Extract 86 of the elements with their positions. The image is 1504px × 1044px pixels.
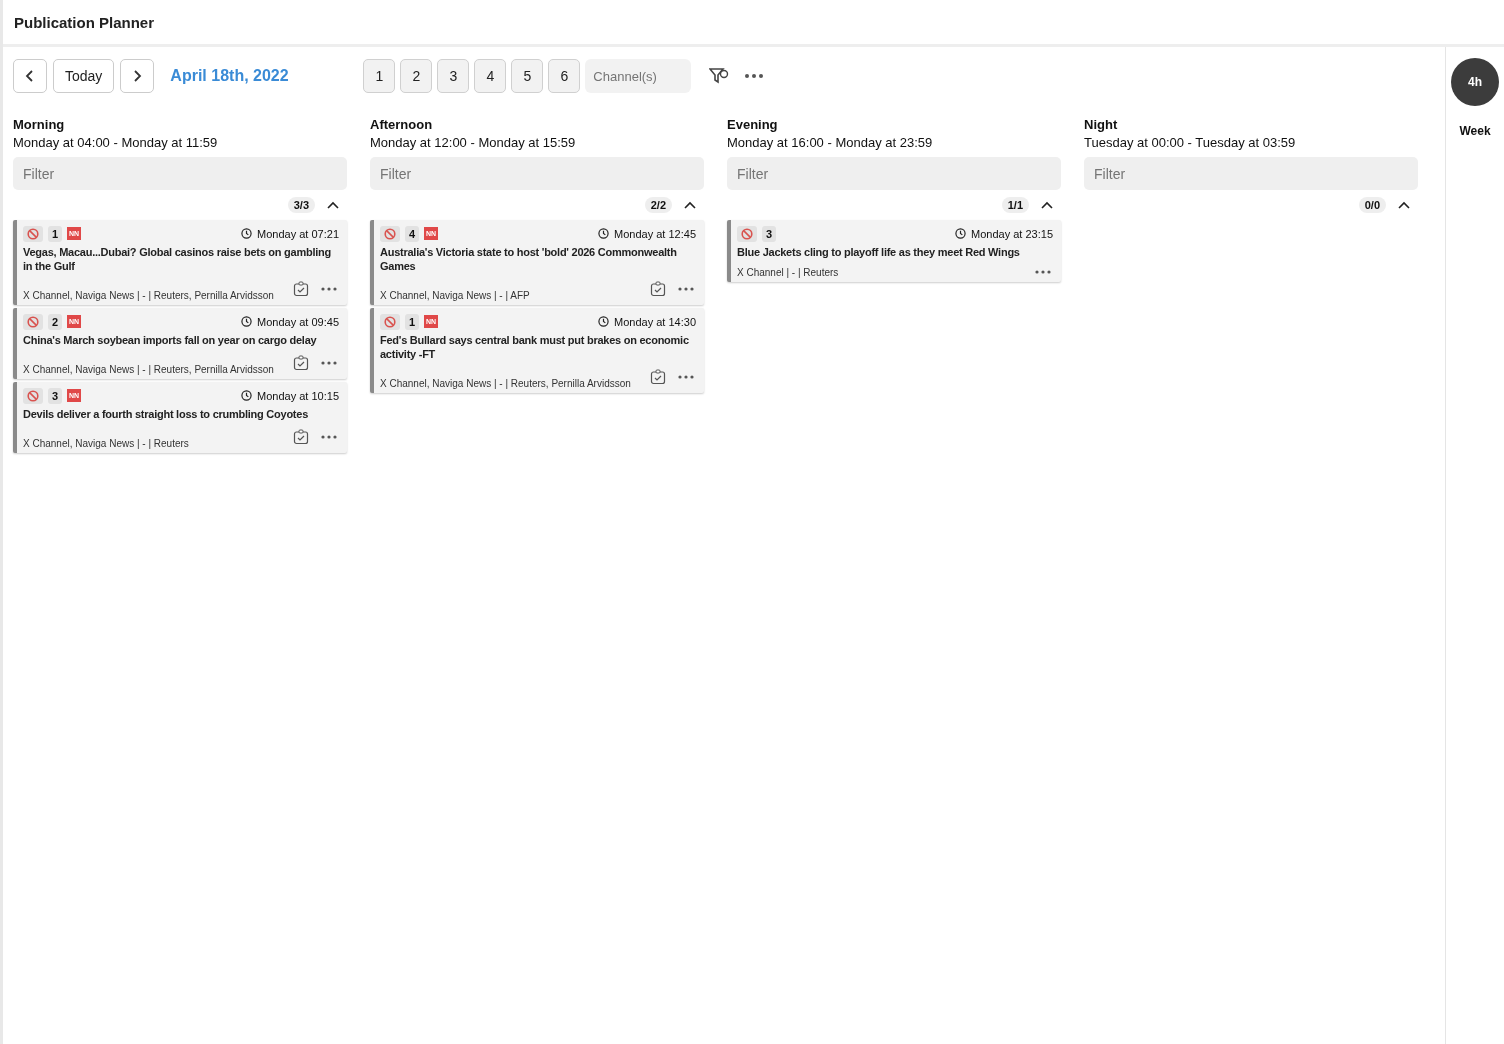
article-card[interactable]: 3 Monday at 23:15 Blue Jackets cling to playoff life as they meet Red Wings X Channel | - | Reuters	[727, 220, 1061, 282]
filter-icon[interactable]	[709, 67, 730, 85]
time-range: Tuesday at 00:00 - Tuesday at 03:59	[1084, 135, 1297, 150]
chevron-up-icon[interactable]	[1398, 201, 1410, 209]
publish-time: Monday at 09:45	[257, 315, 339, 328]
blocked-icon	[380, 313, 400, 330]
more-icon[interactable]	[321, 287, 337, 291]
filter-field[interactable]: Filter	[727, 157, 1061, 190]
article-meta: X Channel | - | Reuters	[737, 267, 839, 278]
window-title: Publication Planner	[14, 13, 155, 31]
more-icon[interactable]	[678, 375, 694, 379]
view-button[interactable]: 4h	[1451, 58, 1499, 106]
next-button[interactable]	[120, 59, 155, 93]
blocked-icon	[23, 387, 43, 404]
column-title: Night	[1084, 117, 1119, 132]
blocked-icon	[737, 225, 757, 242]
checklist-icon[interactable]	[650, 369, 666, 385]
article-meta: X Channel, Naviga News | - | Reuters, Pernilla Arvidsson	[23, 364, 274, 375]
channel-field[interactable]: Channel(s)	[585, 59, 692, 93]
article-headline: Blue Jackets cling to playoff life as they meet Red Wings	[737, 245, 1021, 259]
publish-time: Monday at 12:45	[614, 227, 696, 240]
column-title: Morning	[13, 117, 66, 132]
clock-icon	[598, 228, 610, 239]
count-badge: 2/2	[644, 197, 672, 213]
more-icon[interactable]	[1035, 270, 1051, 274]
date-link[interactable]: April 18th, 2022	[170, 67, 364, 85]
priority-badge: 1	[405, 313, 419, 330]
blocked-icon	[23, 313, 43, 330]
article-headline: Devils deliver a fourth straight loss to crumbling Coyotes	[23, 407, 309, 421]
article-meta: X Channel, Naviga News | - | AFP	[380, 290, 530, 301]
article-headline: Vegas, Macau...Dubai? Global casinos raise bets on gambling in the Gulf	[23, 245, 332, 273]
priority-badge: 3	[48, 387, 62, 404]
today-button[interactable]: Today	[53, 59, 115, 93]
clock-icon	[241, 316, 253, 327]
blocked-icon	[380, 225, 400, 242]
time-range: Monday at 04:00 - Monday at 11:59	[13, 135, 219, 150]
priority-badge: 4	[405, 225, 419, 242]
filter-field[interactable]: Filter	[1084, 157, 1418, 190]
priority-badge: 1	[48, 225, 62, 242]
more-icon[interactable]	[678, 287, 694, 291]
column-title: Afternoon	[370, 117, 434, 132]
page-button[interactable]: 4	[474, 59, 507, 93]
time-range: Monday at 16:00 - Monday at 23:59	[727, 135, 934, 150]
column-title: Evening	[727, 117, 779, 132]
article-meta: X Channel, Naviga News | - | Reuters, Pernilla Arvidsson	[380, 378, 631, 389]
view-button[interactable]: Week	[1459, 124, 1491, 138]
chevron-up-icon[interactable]	[1041, 201, 1053, 209]
priority-badge: 2	[48, 313, 62, 330]
article-headline: Australia's Victoria state to host 'bold' 2026 Commonwealth Games	[380, 245, 678, 273]
clock-icon	[598, 316, 610, 327]
more-icon[interactable]	[321, 435, 337, 439]
count-badge: 3/3	[287, 197, 315, 213]
checklist-icon[interactable]	[293, 429, 309, 445]
priority-badge: 3	[762, 225, 776, 242]
time-range: Monday at 12:00 - Monday at 15:59	[370, 135, 577, 150]
chevron-left-icon	[25, 69, 35, 83]
article-headline: Fed's Bullard says central bank must put brakes on economic activity -FT	[380, 333, 690, 361]
publish-time: Monday at 14:30	[614, 315, 696, 328]
publish-time: Monday at 07:21	[257, 227, 339, 240]
filter-field[interactable]: Filter	[370, 157, 704, 190]
more-icon[interactable]	[745, 74, 764, 78]
article-headline: China's March soybean imports fall on year on cargo delay	[23, 333, 318, 347]
filter-field[interactable]: Filter	[13, 157, 347, 190]
page-button[interactable]: 6	[548, 59, 581, 93]
publish-time: Monday at 10:15	[257, 389, 339, 402]
page-button[interactable]: 2	[400, 59, 433, 93]
clock-icon	[241, 390, 253, 401]
chevron-right-icon	[132, 69, 143, 83]
previous-button[interactable]	[13, 59, 47, 93]
publish-time: Monday at 23:15	[971, 227, 1053, 240]
page-button[interactable]: 3	[437, 59, 470, 93]
checklist-icon[interactable]	[650, 281, 666, 297]
checklist-icon[interactable]	[293, 355, 309, 371]
count-badge: 0/0	[1358, 197, 1386, 213]
count-badge: 1/1	[1001, 197, 1029, 213]
chevron-up-icon[interactable]	[684, 201, 696, 209]
chevron-up-icon[interactable]	[327, 201, 339, 209]
clock-icon	[241, 228, 253, 239]
page-button[interactable]: 1	[363, 59, 396, 93]
article-meta: X Channel, Naviga News | - | Reuters, Pernilla Arvidsson	[23, 290, 274, 301]
clock-icon	[955, 228, 967, 239]
more-icon[interactable]	[321, 361, 337, 365]
blocked-icon	[23, 225, 43, 242]
article-meta: X Channel, Naviga News | - | Reuters	[23, 438, 189, 449]
checklist-icon[interactable]	[293, 281, 309, 297]
page-button[interactable]: 5	[511, 59, 544, 93]
